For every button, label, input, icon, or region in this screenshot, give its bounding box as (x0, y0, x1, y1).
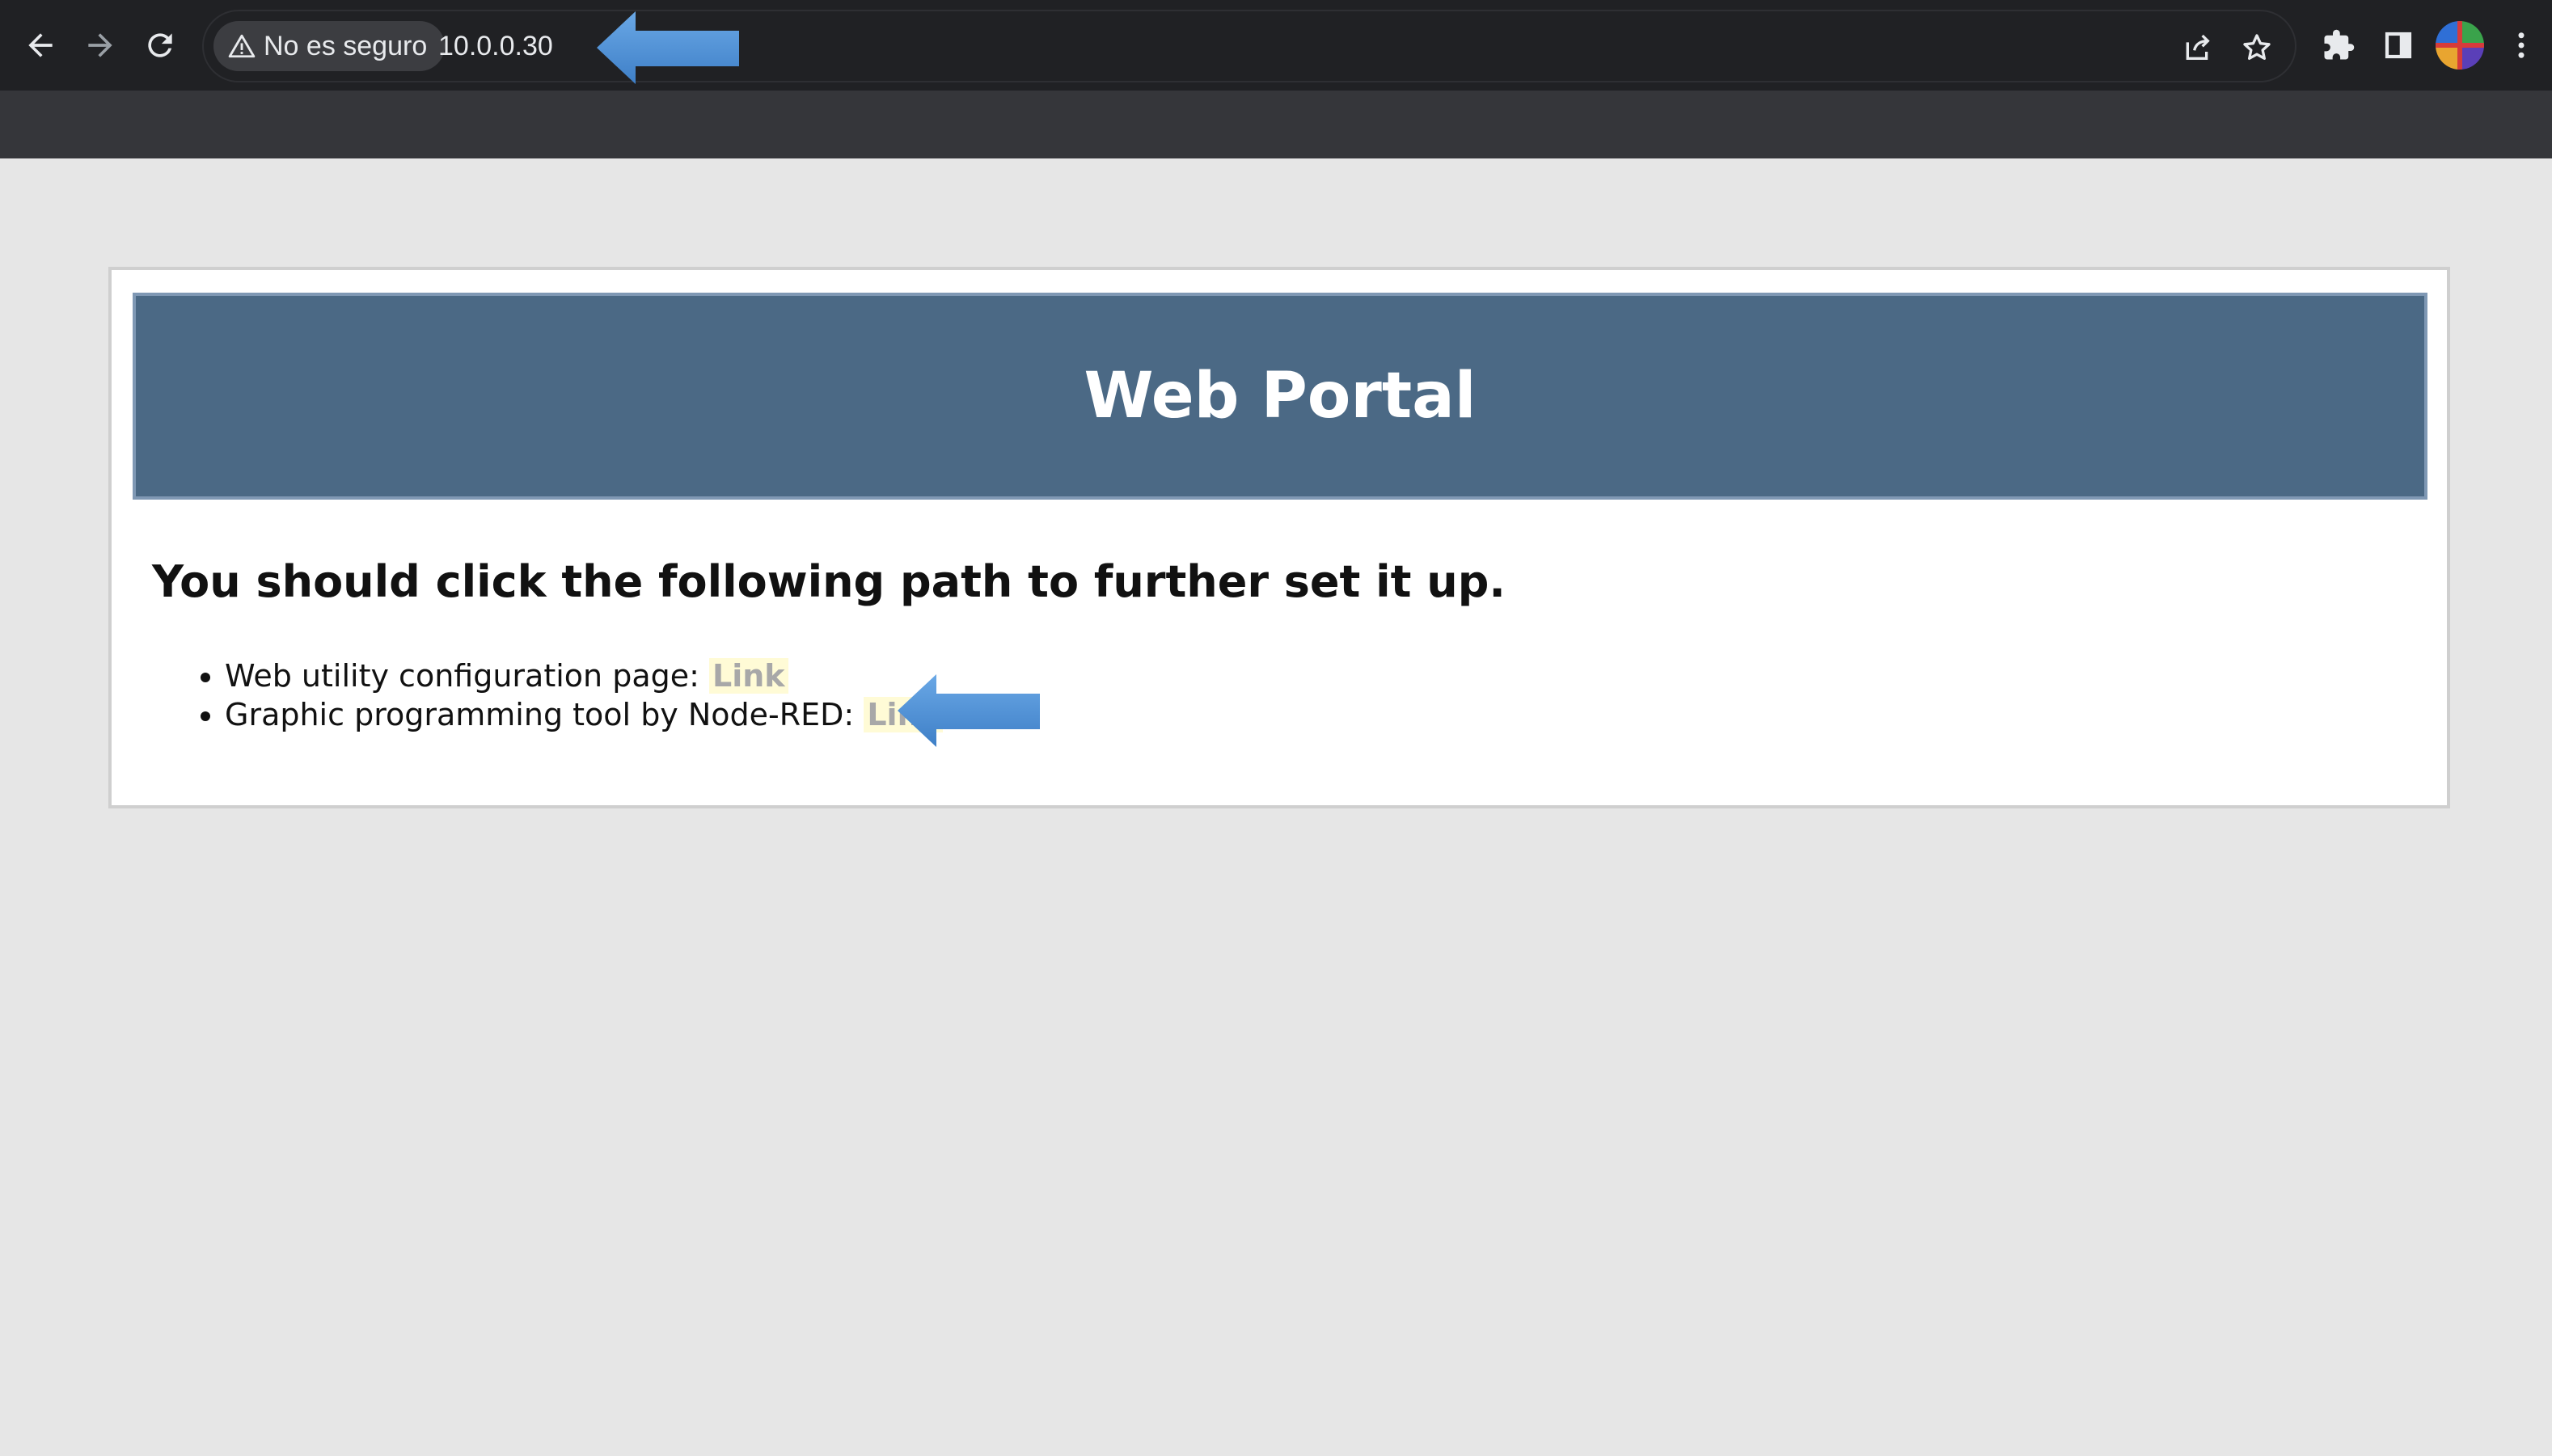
puzzle-icon (2324, 29, 2355, 60)
security-label: No es seguro (264, 30, 428, 61)
browser-bar-strip (0, 91, 2552, 158)
setup-heading: You should click the following path to f… (152, 556, 1506, 607)
reload-icon (148, 33, 172, 57)
browser-menu-button[interactable] (2499, 23, 2544, 68)
address-bar[interactable]: No es seguro 10.0.0.30 (202, 10, 2296, 82)
setup-link-list: Web utility configuration page: Link Gra… (152, 656, 943, 734)
url-text[interactable]: 10.0.0.30 (438, 21, 553, 71)
security-chip[interactable]: No es seguro (213, 21, 446, 71)
reload-button[interactable] (136, 21, 184, 70)
list-item: Web utility configuration page: Link (225, 656, 943, 695)
bookmark-button[interactable] (2237, 27, 2277, 68)
extensions-button[interactable] (2316, 23, 2361, 68)
web-utility-link[interactable]: Link (708, 658, 788, 694)
portal-panel: Web Portal You should click the followin… (108, 267, 2450, 808)
portal-header: Web Portal (133, 293, 2427, 500)
forward-button[interactable] (76, 21, 125, 70)
share-icon (2186, 34, 2210, 60)
browser-toolbar: No es seguro 10.0.0.30 (0, 0, 2552, 91)
kebab-menu-icon (2518, 32, 2525, 58)
back-button[interactable] (16, 21, 65, 70)
side-panel-button[interactable] (2376, 23, 2421, 68)
list-item-label: Graphic programming tool by Node-RED: (225, 697, 864, 732)
profile-avatar[interactable] (2436, 21, 2484, 70)
annotation-arrow-icon (898, 674, 1040, 747)
annotation-arrow-icon (597, 11, 739, 84)
back-arrow-icon (28, 33, 53, 57)
list-item: Graphic programming tool by Node-RED: Li… (225, 695, 943, 734)
side-panel-icon (2385, 32, 2412, 59)
page-title: Web Portal (1084, 360, 1477, 433)
star-icon (2243, 34, 2271, 61)
list-item-label: Web utility configuration page: (225, 658, 709, 694)
warning-icon (228, 34, 256, 58)
forward-arrow-icon (88, 33, 112, 57)
share-button[interactable] (2177, 27, 2217, 68)
